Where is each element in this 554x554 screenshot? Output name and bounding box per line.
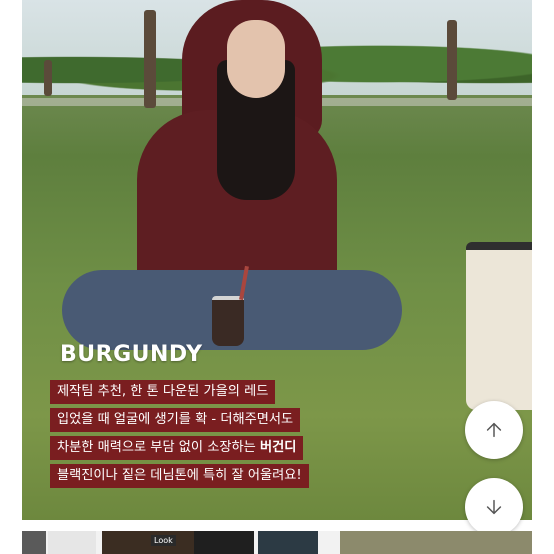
thumbnail[interactable] — [194, 531, 254, 554]
scroll-up-button[interactable] — [465, 401, 523, 459]
face — [227, 20, 285, 98]
thumbnail[interactable] — [340, 531, 532, 554]
caption-highlight: 버건디 — [259, 440, 297, 455]
thumbnail[interactable] — [48, 531, 96, 554]
thumbnail[interactable] — [22, 531, 46, 554]
drink-cup — [212, 296, 244, 346]
thumbnail[interactable] — [258, 531, 318, 554]
scroll-down-button[interactable] — [465, 478, 523, 536]
thumbnail-label: Look — [151, 535, 176, 546]
tree-trunk — [144, 10, 156, 108]
photo-title: BURGUNDY — [60, 342, 203, 367]
caption-line-4: 블랙진이나 짙은 데님톤에 특히 잘 어울려요! — [50, 464, 309, 488]
arrow-up-icon — [486, 422, 502, 438]
tote-bag — [466, 242, 532, 410]
tree-trunk — [447, 20, 457, 100]
tree-trunk — [44, 60, 52, 96]
caption-line-1: 제작팀 추천, 한 톤 다운된 가을의 레드 — [50, 380, 276, 404]
caption-line-3: 차분한 매력으로 부담 없이 소장하는 버건디 — [50, 436, 304, 460]
thumbnail-strip: Look — [22, 531, 532, 554]
caption-line-2: 입었을 때 얼굴에 생기를 확 - 더해주면서도 — [50, 408, 301, 432]
arrow-down-icon — [486, 499, 502, 515]
